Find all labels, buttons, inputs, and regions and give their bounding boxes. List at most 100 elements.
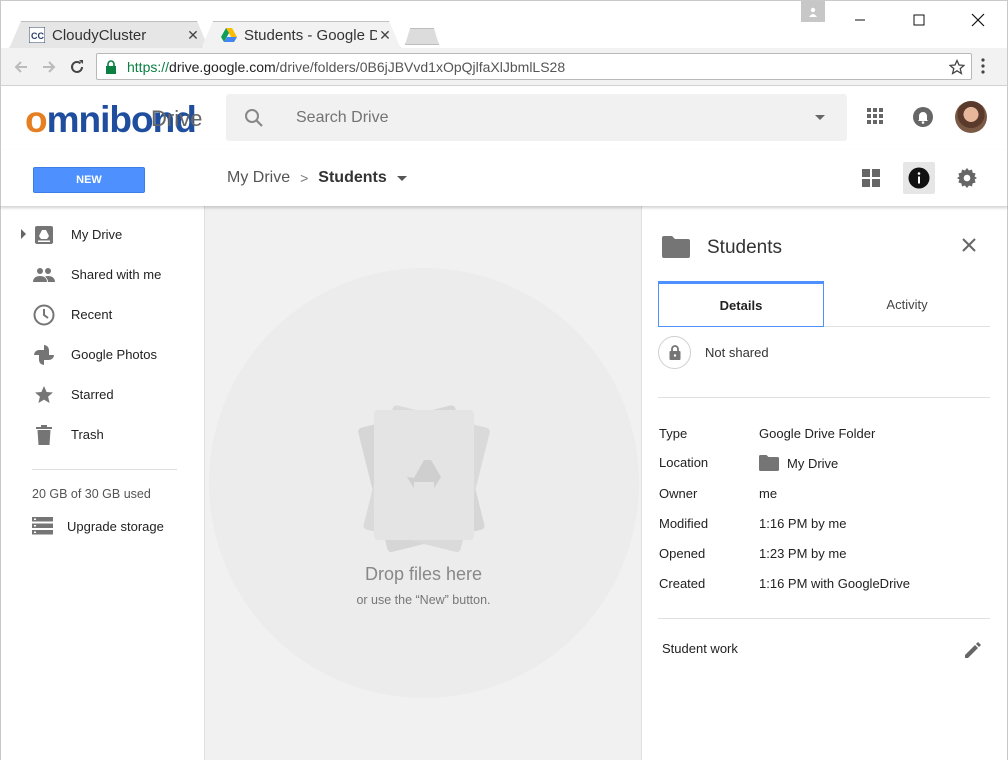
property-row: Location My Drive	[659, 455, 989, 475]
property-value: 1:16 PM with GoogleDrive	[759, 576, 911, 591]
browser-titlebar: CC CloudyCluster ✕ Students - Google D ✕	[0, 0, 1008, 49]
property-value: 1:16 PM by me	[759, 516, 847, 531]
tab-students[interactable]: Students - Google D ✕	[201, 21, 401, 49]
panel-divider	[658, 618, 990, 619]
my-drive-icon	[33, 224, 55, 246]
settings-gear-icon[interactable]	[951, 162, 983, 194]
tab-activity[interactable]: Activity	[824, 281, 990, 327]
search-options-icon[interactable]	[815, 115, 825, 120]
sidebar-item-label: Google Photos	[71, 346, 158, 362]
address-bar[interactable]: https://drive.google.com/drive/folders/0…	[96, 53, 972, 80]
new-button[interactable]: NEW	[33, 167, 145, 193]
info-icon[interactable]	[903, 162, 935, 194]
google-drive-icon	[221, 27, 237, 43]
property-key: Type	[659, 426, 688, 441]
property-key: Opened	[659, 546, 706, 561]
property-value: 1:23 PM by me	[759, 546, 847, 561]
browser-profile-icon[interactable]	[801, 1, 825, 22]
property-row: Opened 1:23 PM by me	[659, 546, 989, 566]
star-icon	[33, 384, 55, 406]
upgrade-storage-label: Upgrade storage	[67, 518, 164, 534]
property-key: Modified	[659, 516, 709, 531]
drop-files-subtitle: or use the “New” button.	[356, 593, 491, 607]
close-icon[interactable]	[962, 238, 976, 252]
sidebar-item-label: Trash	[71, 426, 104, 442]
drive-header: omnibond Drive	[0, 86, 1008, 150]
property-row: Created 1:16 PM with GoogleDrive	[659, 576, 989, 596]
avatar[interactable]	[955, 101, 987, 133]
drop-files-title: Drop files here	[364, 564, 483, 584]
search-bar[interactable]	[226, 94, 847, 141]
folder-icon	[759, 455, 779, 471]
drive-subbar: NEW My Drive > Students	[0, 150, 1008, 206]
back-icon[interactable]	[11, 57, 31, 77]
minimize-icon[interactable]	[837, 1, 883, 39]
breadcrumb: My Drive > Students	[227, 169, 407, 187]
lock-icon	[105, 59, 121, 74]
edit-pencil-icon[interactable]	[963, 640, 983, 660]
browser-menu-icon[interactable]	[981, 58, 985, 74]
sidebar: My Drive Shared with me Recent Google Ph…	[0, 206, 205, 760]
svg-text:CC: CC	[31, 31, 44, 41]
property-value: My Drive	[787, 455, 839, 471]
property-value: Google Drive Folder	[759, 426, 876, 441]
sidebar-item-label: Starred	[71, 386, 114, 402]
sidebar-item-recent[interactable]: Recent	[1, 294, 205, 334]
sidebar-item-google-photos[interactable]: Google Photos	[1, 334, 205, 374]
close-window-icon[interactable]	[955, 1, 1001, 39]
sidebar-item-label: Recent	[71, 306, 113, 322]
documents-stack-icon	[349, 402, 499, 552]
property-key: Location	[659, 455, 709, 470]
cloudycluster-icon: CC	[29, 27, 45, 43]
property-key: Created	[659, 576, 706, 591]
lock-icon	[658, 336, 691, 369]
property-key: Owner	[659, 486, 698, 501]
tab-title: CloudyCluster	[52, 26, 147, 44]
storage-usage-text: 20 GB of 30 GB used	[32, 487, 151, 501]
panel-title: Students	[707, 237, 782, 258]
details-panel: Students Details Activity Not shared Typ…	[642, 206, 1008, 760]
folder-icon	[662, 236, 690, 258]
expand-arrow-icon[interactable]	[21, 229, 26, 239]
tab-close-icon[interactable]: ✕	[185, 27, 201, 44]
breadcrumb-separator: >	[300, 170, 309, 186]
folder-menu-caret-icon[interactable]	[396, 175, 407, 181]
sidebar-item-starred[interactable]: Starred	[1, 374, 205, 414]
location-value[interactable]: My Drive	[759, 455, 838, 471]
breadcrumb-my-drive[interactable]: My Drive	[227, 169, 290, 187]
property-row: Type Google Drive Folder	[659, 426, 989, 446]
shared-people-icon	[33, 264, 55, 286]
tab-details[interactable]: Details	[658, 281, 824, 327]
sidebar-item-trash[interactable]: Trash	[1, 414, 205, 454]
upgrade-storage-link[interactable]: Upgrade storage	[32, 517, 164, 535]
folder-description[interactable]: Student work	[662, 641, 738, 656]
file-drop-area[interactable]: Drop files here or use the “New” button.	[205, 206, 642, 760]
grid-view-icon[interactable]	[855, 162, 887, 194]
search-input[interactable]	[296, 94, 766, 141]
pinwheel-icon	[33, 344, 55, 366]
new-tab-button[interactable]	[405, 28, 439, 45]
tab-cloudycluster[interactable]: CC CloudyCluster ✕	[9, 21, 209, 49]
reload-icon[interactable]	[67, 57, 87, 77]
trash-icon	[33, 424, 55, 446]
sidebar-item-shared[interactable]: Shared with me	[1, 254, 205, 294]
breadcrumb-students[interactable]: Students	[318, 169, 386, 187]
bookmark-star-icon[interactable]	[949, 59, 965, 75]
browser-toolbar: https://drive.google.com/drive/folders/0…	[0, 48, 1008, 86]
maximize-icon[interactable]	[896, 1, 942, 39]
storage-stack-icon	[32, 517, 53, 535]
notifications-bell-icon[interactable]	[912, 106, 934, 128]
sidebar-divider	[32, 469, 177, 470]
product-name: Drive	[151, 106, 203, 131]
panel-divider	[658, 397, 990, 398]
forward-icon[interactable]	[39, 57, 59, 77]
clock-icon	[33, 304, 55, 326]
search-icon[interactable]	[244, 108, 264, 128]
sidebar-item-label: Shared with me	[71, 266, 162, 282]
property-row: Modified 1:16 PM by me	[659, 516, 989, 536]
sidebar-item-label: My Drive	[71, 226, 123, 242]
apps-grid-icon[interactable]	[865, 106, 885, 126]
tab-close-icon[interactable]: ✕	[377, 27, 393, 44]
sidebar-item-my-drive[interactable]: My Drive	[1, 214, 205, 254]
property-row: Owner me	[659, 486, 989, 506]
